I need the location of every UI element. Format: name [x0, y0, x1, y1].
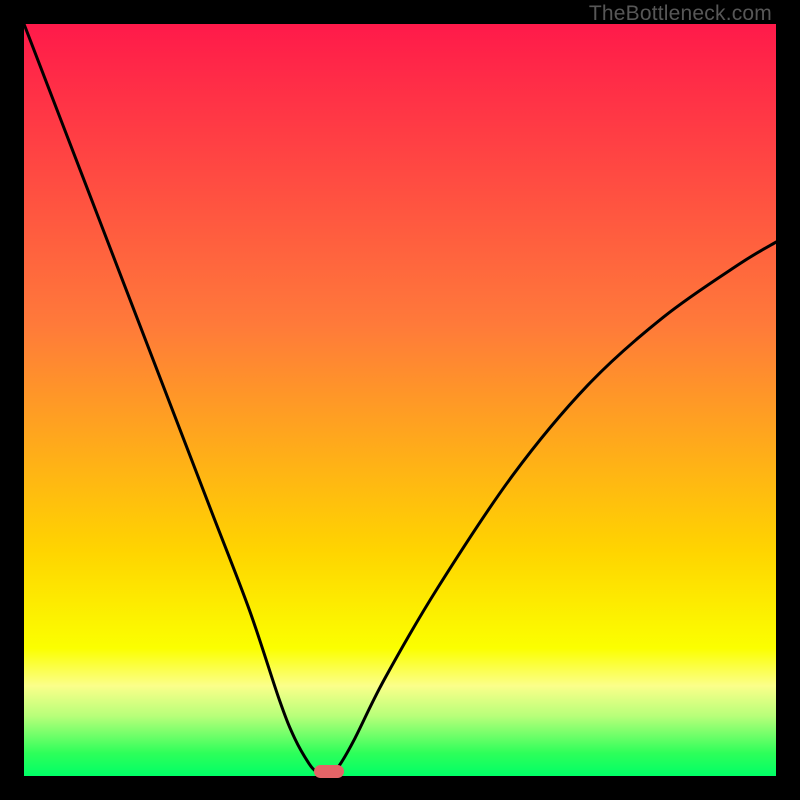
optimal-marker: [314, 765, 344, 778]
chart-svg: [24, 24, 776, 776]
gradient-background: [24, 24, 776, 776]
watermark-text: TheBottleneck.com: [589, 2, 772, 26]
chart-frame: [24, 24, 776, 776]
